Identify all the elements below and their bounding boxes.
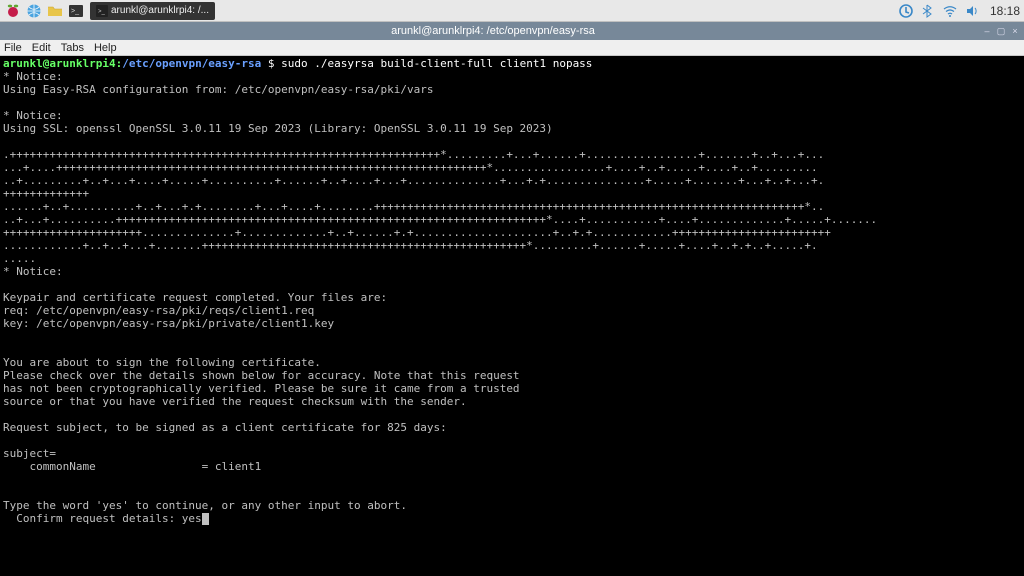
term-line: Please check over the details shown belo…: [3, 369, 520, 382]
window-titlebar[interactable]: arunkl@arunklrpi4: /etc/openvpn/easy-rsa…: [0, 22, 1024, 40]
menu-help[interactable]: Help: [94, 42, 117, 54]
term-line: Using Easy-RSA configuration from: /etc/…: [3, 83, 433, 96]
clock[interactable]: 18:18: [990, 4, 1020, 18]
term-line: source or that you have verified the req…: [3, 395, 467, 408]
system-panel: >_ >_ arunkl@arunklrpi4: /... 18:18: [0, 0, 1024, 22]
term-line: You are about to sign the following cert…: [3, 356, 321, 369]
term-line: * Notice:: [3, 265, 63, 278]
term-line: Confirm request details: yes: [3, 512, 202, 525]
prompt-userhost: arunkl@arunklrpi4: [3, 57, 116, 70]
term-line: +++++++++++++: [3, 187, 89, 200]
cursor: [202, 513, 209, 525]
term-line: Type the word 'yes' to continue, or any …: [3, 499, 407, 512]
term-line: key: /etc/openvpn/easy-rsa/pki/private/c…: [3, 317, 334, 330]
file-manager-icon[interactable]: [46, 2, 64, 20]
term-line: ..+.........+..+...+....+.....+.........…: [3, 174, 824, 187]
term-line: ............+..+..+...+.......++++++++++…: [3, 239, 818, 252]
panel-left: >_ >_ arunkl@arunklrpi4: /...: [4, 2, 215, 20]
term-line: ..+...+..........+++++++++++++++++++++++…: [3, 213, 877, 226]
svg-text:>_: >_: [98, 9, 106, 15]
term-line: * Notice:: [3, 70, 63, 83]
volume-icon[interactable]: [964, 3, 980, 19]
maximize-button[interactable]: ▢: [996, 26, 1006, 36]
prompt-path: /etc/openvpn/easy-rsa: [122, 57, 261, 70]
taskbar-label: arunkl@arunklrpi4: /...: [111, 5, 209, 16]
window-title: arunkl@arunklrpi4: /etc/openvpn/easy-rsa: [4, 25, 982, 37]
menubar: File Edit Tabs Help: [0, 40, 1024, 56]
term-line: Request subject, to be signed as a clien…: [3, 421, 447, 434]
term-line: subject=: [3, 447, 56, 460]
close-button[interactable]: ×: [1010, 26, 1020, 36]
term-line: * Notice:: [3, 109, 63, 122]
bluetooth-icon[interactable]: [920, 3, 936, 19]
term-line: ......+..+..........+..+...+.+........+.…: [3, 200, 824, 213]
menu-file[interactable]: File: [4, 42, 22, 54]
term-line: +++++++++++++++++++++..............+....…: [3, 226, 831, 239]
svg-text:>_: >_: [71, 8, 79, 15]
taskbar-terminal-button[interactable]: >_ arunkl@arunklrpi4: /...: [90, 2, 215, 20]
term-line: commonName = client1: [3, 460, 261, 473]
term-line: req: /etc/openvpn/easy-rsa/pki/reqs/clie…: [3, 304, 314, 317]
prompt-dollar: $: [261, 57, 281, 70]
panel-right: 18:18: [898, 3, 1020, 19]
term-line: ...+....++++++++++++++++++++++++++++++++…: [3, 161, 818, 174]
wifi-icon[interactable]: [942, 3, 958, 19]
term-line: .+++++++++++++++++++++++++++++++++++++++…: [3, 148, 824, 161]
terminal-launcher-icon[interactable]: >_: [67, 2, 85, 20]
term-line: Using SSL: openssl OpenSSL 3.0.11 19 Sep…: [3, 122, 553, 135]
minimize-button[interactable]: –: [982, 26, 992, 36]
raspberry-menu-icon[interactable]: [4, 2, 22, 20]
command-text: sudo ./easyrsa build-client-full client1…: [281, 57, 592, 70]
menu-tabs[interactable]: Tabs: [61, 42, 84, 54]
term-line: Keypair and certificate request complete…: [3, 291, 387, 304]
window-controls: – ▢ ×: [982, 26, 1020, 36]
web-browser-icon[interactable]: [25, 2, 43, 20]
term-line: has not been cryptographically verified.…: [3, 382, 520, 395]
term-line: .....: [3, 252, 36, 265]
updates-icon[interactable]: [898, 3, 914, 19]
terminal[interactable]: arunkl@arunklrpi4:/etc/openvpn/easy-rsa …: [0, 56, 1024, 576]
menu-edit[interactable]: Edit: [32, 42, 51, 54]
